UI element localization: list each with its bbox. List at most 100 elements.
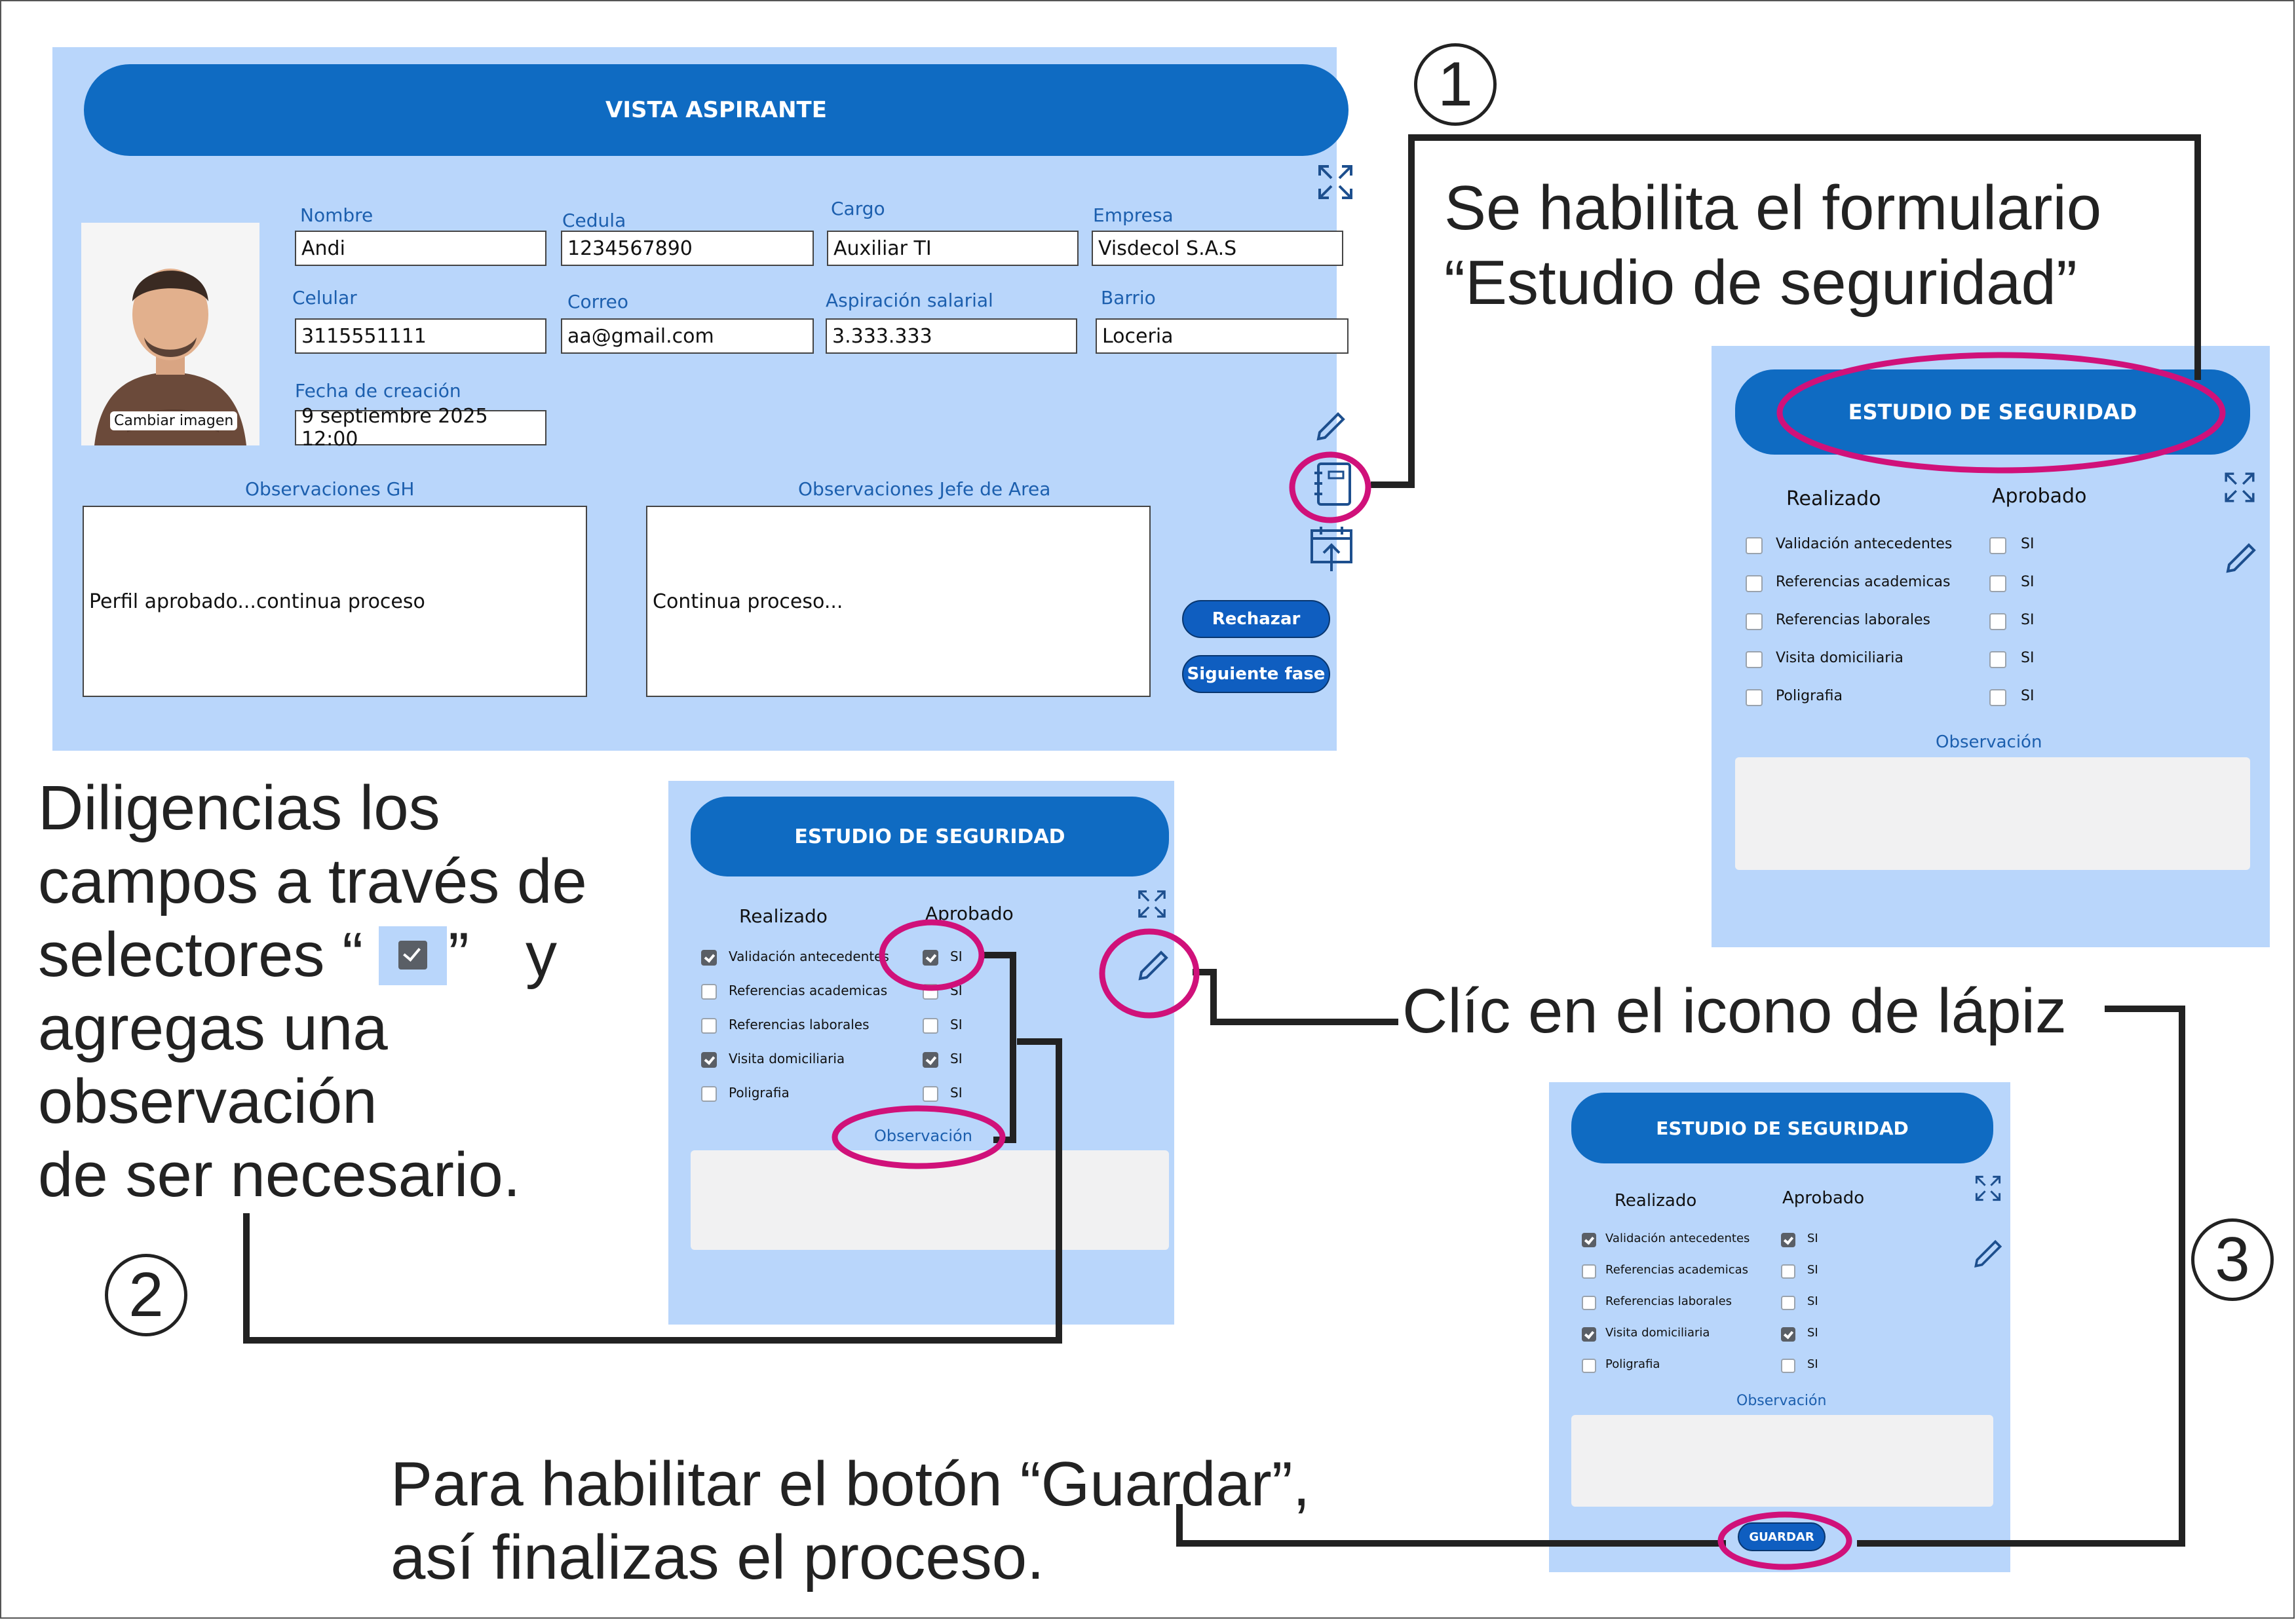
label-fecha: Fecha de creación	[295, 380, 461, 402]
aprobado-checkbox[interactable]	[923, 1052, 938, 1068]
selector-sample-icon	[379, 926, 447, 985]
obs-gh-textarea[interactable]: Perfil aprobado...continua proceso	[83, 506, 587, 697]
aspiracion-field[interactable]: 3.333.333	[826, 318, 1077, 354]
aprobado-checkbox[interactable]	[1781, 1264, 1795, 1279]
observacion-textarea[interactable]	[691, 1150, 1169, 1250]
realizado-checkbox[interactable]	[1746, 613, 1763, 630]
step1-text-line1: Se habilita el formulario	[1444, 173, 2102, 243]
step1-badge: 1	[1414, 43, 1497, 126]
aprobado-checkbox[interactable]	[923, 1018, 938, 1034]
check-item-label: Referencias laborales	[729, 1017, 870, 1032]
pencil-icon[interactable]	[1971, 1237, 2005, 1271]
label-barrio: Barrio	[1101, 287, 1156, 309]
reject-button[interactable]: Rechazar	[1182, 600, 1330, 638]
celular-field[interactable]: 3115551111	[295, 318, 546, 354]
si-label: SI	[2021, 612, 2035, 628]
expand-icon[interactable]	[1136, 888, 1168, 920]
next-phase-button[interactable]: Siguiente fase	[1182, 655, 1330, 693]
estudio-panel-2: ESTUDIO DE SEGURIDAD Realizado Aprobado …	[668, 781, 1174, 1325]
pencil-icon[interactable]	[1135, 947, 1172, 984]
realizado-checkbox[interactable]	[1582, 1327, 1596, 1342]
realizado-checkbox[interactable]	[1582, 1233, 1596, 1247]
si-label: SI	[1807, 1294, 1818, 1308]
estudio-panel-1: ESTUDIO DE SEGURIDAD Realizado Aprobado …	[1712, 346, 2270, 947]
notebook-icon[interactable]	[1312, 461, 1354, 508]
empresa-field[interactable]: Visdecol S.A.S	[1092, 231, 1343, 266]
step2-line2: campos a través de	[38, 846, 587, 916]
estudio-header-3: ESTUDIO DE SEGURIDAD	[1571, 1093, 1993, 1163]
export-icon[interactable]	[1308, 524, 1355, 574]
step2-line1: Diligencias los	[38, 773, 440, 843]
aprobado-checkbox[interactable]	[923, 984, 938, 1000]
obs-jefe-textarea[interactable]: Continua proceso...	[646, 506, 1151, 697]
step1-text-line2: “Estudio de seguridad”	[1444, 248, 2077, 318]
label-correo: Correo	[567, 291, 628, 312]
pencil-instruction-text: Clíc en el icono de lápiz	[1402, 976, 2067, 1046]
check-item-label: Validación antecedentes	[729, 949, 889, 964]
obs-gh-label: Observaciones GH	[245, 478, 415, 500]
check-item-label: Validación antecedentes	[1605, 1232, 1750, 1245]
realizado-checkbox[interactable]	[701, 950, 717, 966]
aprobado-checkbox[interactable]	[1989, 651, 2006, 668]
step2-line5: observación	[38, 1066, 377, 1137]
realizado-checkbox[interactable]	[1582, 1296, 1596, 1310]
col-aprobado: Aprobado	[1782, 1188, 1865, 1208]
aprobado-checkbox[interactable]	[1781, 1296, 1795, 1310]
si-label: SI	[2021, 650, 2035, 666]
cargo-field[interactable]: Auxiliar TI	[827, 231, 1079, 266]
realizado-checkbox[interactable]	[1746, 651, 1763, 668]
nombre-field[interactable]: Andi	[295, 231, 546, 266]
aprobado-checkbox[interactable]	[1781, 1233, 1795, 1247]
aprobado-checkbox[interactable]	[1989, 537, 2006, 554]
aprobado-checkbox[interactable]	[923, 950, 938, 966]
label-aspiracion: Aspiración salarial	[826, 290, 993, 311]
step2-line4: agregas una	[38, 993, 388, 1063]
observacion-textarea[interactable]	[1735, 757, 2250, 870]
save-button[interactable]: GUARDAR	[1738, 1522, 1826, 1551]
step3-number: 3	[2215, 1224, 2250, 1294]
si-label: SI	[950, 949, 963, 964]
aprobado-checkbox[interactable]	[1989, 575, 2006, 592]
realizado-checkbox[interactable]	[701, 1086, 717, 1102]
expand-icon[interactable]	[1316, 162, 1355, 202]
aprobado-checkbox[interactable]	[1989, 689, 2006, 706]
aprobado-checkbox[interactable]	[923, 1086, 938, 1102]
step2-line3a: selectores “	[38, 920, 364, 990]
realizado-checkbox[interactable]	[701, 1052, 717, 1068]
fecha-field[interactable]: 9 septiembre 2025 12:00	[295, 405, 546, 451]
expand-icon[interactable]	[1974, 1174, 2002, 1203]
si-label: SI	[1807, 1326, 1818, 1340]
vista-aspirante-panel: VISTA ASPIRANTE Cambiar imagen Nombre Ce…	[52, 47, 1352, 751]
change-image-button[interactable]: Cambiar imagen	[110, 411, 238, 430]
check-item-label: Poligrafia	[1605, 1357, 1660, 1371]
realizado-checkbox[interactable]	[1746, 537, 1763, 554]
realizado-checkbox[interactable]	[701, 1018, 717, 1034]
label-nombre: Nombre	[300, 204, 373, 226]
step3-line1: Para habilitar el botón “Guardar”,	[391, 1449, 1311, 1519]
aprobado-checkbox[interactable]	[1781, 1327, 1795, 1342]
correo-field[interactable]: aa@gmail.com	[561, 318, 814, 354]
step3-line2: así finalizas el proceso.	[391, 1522, 1044, 1592]
check-item-label: Visita domiciliaria	[1605, 1326, 1710, 1340]
realizado-checkbox[interactable]	[1582, 1264, 1596, 1279]
expand-icon[interactable]	[2223, 470, 2257, 504]
cedula-field[interactable]: 1234567890	[561, 231, 814, 266]
aprobado-checkbox[interactable]	[1781, 1359, 1795, 1373]
realizado-checkbox[interactable]	[701, 984, 717, 1000]
pencil-icon[interactable]	[1312, 409, 1349, 445]
realizado-checkbox[interactable]	[1582, 1359, 1596, 1373]
si-label: SI	[2021, 536, 2035, 552]
si-label: SI	[1807, 1232, 1818, 1245]
col-aprobado: Aprobado	[1992, 485, 2087, 508]
candidate-photo[interactable]: Cambiar imagen	[81, 223, 259, 445]
check-item-label: Visita domiciliaria	[1776, 650, 1904, 666]
aprobado-checkbox[interactable]	[1989, 613, 2006, 630]
barrio-field[interactable]: Loceria	[1096, 318, 1349, 354]
pencil-icon[interactable]	[2223, 540, 2259, 576]
realizado-checkbox[interactable]	[1746, 575, 1763, 592]
realizado-checkbox[interactable]	[1746, 689, 1763, 706]
observacion-textarea[interactable]	[1571, 1415, 1993, 1507]
check-item-label: Validación antecedentes	[1776, 536, 1953, 552]
label-cargo: Cargo	[831, 198, 885, 219]
label-celular: Celular	[292, 287, 357, 309]
